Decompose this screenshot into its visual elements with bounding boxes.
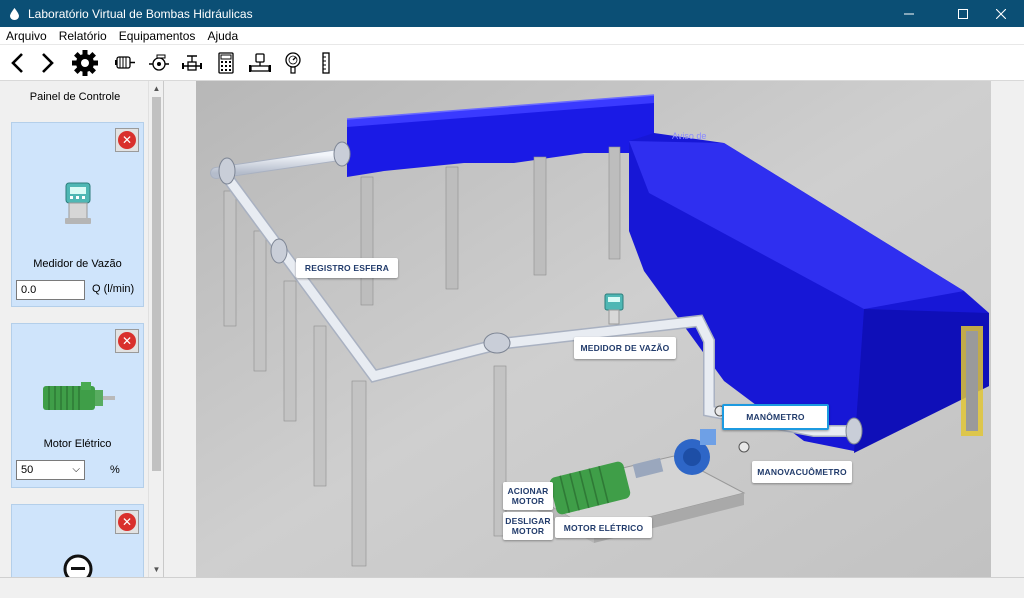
ruler-icon[interactable]	[317, 49, 335, 77]
scroll-up-icon[interactable]: ▲	[149, 81, 163, 96]
remove-flow-meter-button[interactable]: ✕	[115, 128, 139, 152]
remove-motor-button[interactable]: ✕	[115, 329, 139, 353]
motor-label: Motor Elétrico	[43, 438, 112, 450]
acionar-motor-button[interactable]: ACIONAR MOTOR	[503, 482, 553, 510]
scroll-down-icon[interactable]: ▼	[149, 562, 163, 577]
label-motor-eletrico[interactable]: MOTOR ELÉTRICO	[555, 517, 652, 538]
motor-speed-select[interactable]: 50 ⌵	[16, 460, 85, 480]
close-icon: ✕	[118, 332, 136, 350]
close-icon[interactable]	[978, 0, 1024, 27]
chevron-down-icon: ⌵	[72, 464, 80, 475]
scroll-thumb[interactable]	[152, 97, 161, 471]
label-medidor-vazao[interactable]: MEDIDOR DE VAZÃO	[574, 337, 676, 359]
water-drop-icon	[8, 7, 20, 21]
panel-title: Painel de Controle	[29, 91, 121, 103]
window-title: Laboratório Virtual de Bombas Hidráulica…	[28, 6, 253, 21]
motor-icon[interactable]	[113, 49, 137, 77]
status-bar	[0, 577, 1024, 598]
label-registro-esfera[interactable]: REGISTRO ESFERA	[296, 258, 398, 278]
close-icon: ✕	[118, 131, 136, 149]
lab-scene: Aviso de REGISTRO ESFERA MEDIDOR DE VAZÃ…	[164, 81, 1024, 577]
calculator-icon[interactable]	[216, 49, 236, 77]
tank-sign: Aviso de	[672, 131, 706, 141]
menu-relatorio[interactable]: Relatório	[53, 27, 113, 45]
pump-icon[interactable]	[147, 49, 171, 77]
gear-icon[interactable]	[69, 49, 101, 77]
bench-illustration: Aviso de	[196, 81, 991, 577]
menu-bar: Arquivo Relatório Equipamentos Ajuda	[0, 27, 1024, 45]
motor-speed-value: 50	[21, 464, 34, 476]
desligar-motor-button[interactable]: DESLIGAR MOTOR	[503, 512, 553, 540]
remove-pressure-button[interactable]: ✕	[115, 510, 139, 534]
motor-image	[43, 382, 115, 410]
panel-scrollbar[interactable]: ▲ ▼	[148, 81, 163, 577]
menu-equipamentos[interactable]: Equipamentos	[113, 27, 202, 45]
flow-meter-image	[65, 182, 91, 224]
flow-meter-label: Medidor de Vazão	[33, 258, 122, 270]
flow-meter-icon[interactable]	[248, 49, 272, 77]
flow-unit: Q (l/min)	[92, 283, 135, 295]
close-icon: ✕	[118, 513, 136, 531]
menu-ajuda[interactable]: Ajuda	[201, 27, 244, 45]
minimize-icon[interactable]	[886, 0, 932, 27]
pressure-gauge-icon[interactable]	[282, 49, 304, 77]
flow-meter-card: ✕ Medidor de Vazão Q (l/min)	[11, 122, 144, 307]
motor-unit: %	[110, 464, 120, 476]
motor-card: ✕ Motor Elétrico 50 ⌵ %	[11, 323, 144, 488]
title-bar: Laboratório Virtual de Bombas Hidráulica…	[0, 0, 1024, 27]
forward-arrow-icon[interactable]	[37, 49, 59, 77]
pressure-card: ✕	[11, 504, 144, 577]
menu-arquivo[interactable]: Arquivo	[0, 27, 53, 45]
back-arrow-icon[interactable]	[6, 49, 28, 77]
flow-rate-field[interactable]	[16, 280, 85, 300]
toolbar	[0, 45, 1024, 81]
valve-icon[interactable]	[180, 49, 204, 77]
label-manovacuometro[interactable]: MANOVACUÔMETRO	[752, 461, 852, 483]
label-manometro[interactable]: MANÔMETRO	[722, 404, 829, 430]
control-panel: Painel de Controle ✕ Medidor de Vazão Q …	[0, 81, 164, 577]
gauge-image	[63, 554, 93, 577]
